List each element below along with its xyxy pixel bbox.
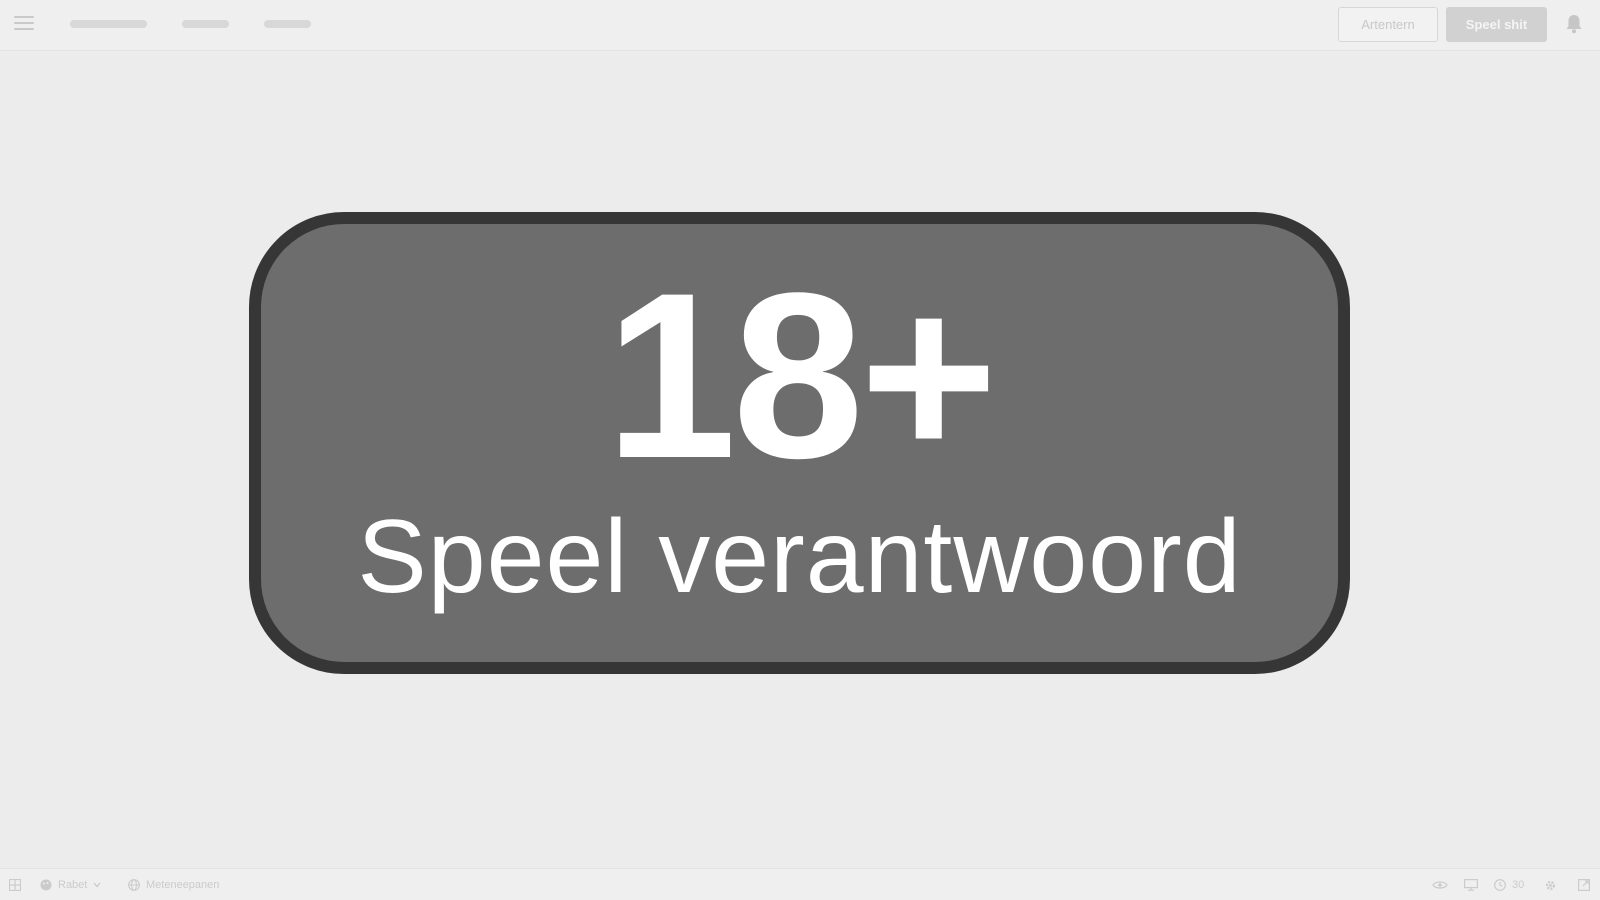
gear-icon [1545,880,1556,890]
expand-icon [1578,879,1590,891]
secondary-button-label: Artentern [1361,17,1415,32]
nav-item-3[interactable] [264,20,311,28]
monitor-icon [1464,879,1478,891]
settings-button[interactable] [1544,878,1557,892]
eye-icon [1432,881,1448,889]
globe-icon [128,879,140,891]
fullscreen-button[interactable] [1578,878,1590,892]
secondary-button[interactable]: Artentern [1338,7,1438,42]
bell-icon[interactable] [1565,14,1583,34]
profile-selector[interactable]: Rabet [40,878,101,892]
age-rating-label: 18+ [605,244,997,508]
app-window: Artentern Speel shit 18+ Speel verantwoo… [0,0,1600,900]
primary-button-label: Speel shit [1465,17,1528,32]
top-bar: Artentern Speel shit [0,0,1600,51]
nav-item-2[interactable] [182,20,229,28]
palette-icon [40,879,52,891]
nav-item-1[interactable] [70,20,147,28]
language-selector[interactable]: Meteneepanen [128,878,219,892]
timer-value: 30 [1512,879,1525,891]
view-toggle[interactable] [1432,878,1448,892]
hamburger-icon[interactable] [14,15,34,31]
clock-icon [1494,879,1506,891]
primary-button[interactable]: Speel shit [1446,7,1547,42]
main-canvas: 18+ Speel verantwoord [0,51,1600,868]
language-label: Meteneepanen [146,879,220,891]
grid-icon [9,879,21,891]
screen-button[interactable] [1464,878,1478,892]
status-bar: Rabet Meteneepanen 30 [0,868,1600,900]
age-warning-badge: 18+ Speel verantwoord [249,212,1350,674]
responsible-play-message: Speel verantwoord [357,499,1242,615]
chevron-down-icon [93,882,101,888]
layout-button[interactable] [9,878,21,892]
profile-label: Rabet [58,879,88,891]
timer-display[interactable]: 30 [1494,878,1524,892]
